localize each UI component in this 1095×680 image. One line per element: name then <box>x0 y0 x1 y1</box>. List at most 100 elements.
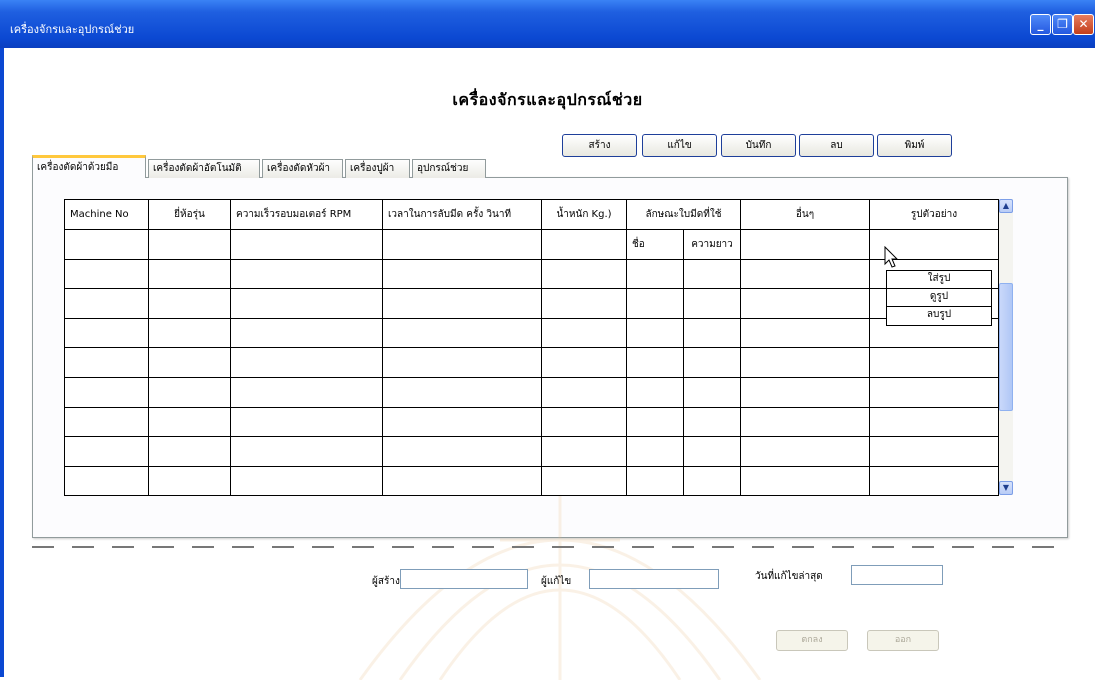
table-cell[interactable] <box>541 288 627 319</box>
table-cell[interactable] <box>382 288 542 319</box>
table-cell[interactable] <box>148 258 231 290</box>
editor-field[interactable] <box>589 569 719 589</box>
table-cell[interactable] <box>382 436 542 467</box>
table-cell[interactable] <box>230 288 383 319</box>
table-cell[interactable] <box>230 317 383 349</box>
table-row[interactable] <box>64 376 999 408</box>
creator-field[interactable] <box>400 569 528 589</box>
table-cell[interactable] <box>541 406 627 438</box>
table-cell[interactable] <box>683 258 741 290</box>
table-cell[interactable] <box>740 258 870 290</box>
table-row[interactable] <box>64 258 999 290</box>
restore-icon[interactable]: ❐ <box>1052 14 1073 35</box>
table-cell[interactable] <box>382 317 542 349</box>
table-cell[interactable] <box>64 376 149 408</box>
table-cell[interactable] <box>683 347 741 378</box>
table-cell[interactable] <box>869 406 999 438</box>
table-cell[interactable] <box>626 465 684 497</box>
table-cell[interactable] <box>64 258 149 290</box>
table-cell[interactable] <box>869 347 999 378</box>
table-cell[interactable] <box>740 436 870 467</box>
table-cell[interactable] <box>740 406 870 438</box>
table-cell[interactable] <box>148 465 231 497</box>
table-row[interactable] <box>64 465 999 497</box>
table-cell[interactable] <box>740 376 870 408</box>
table-cell[interactable] <box>382 258 542 290</box>
table-cell[interactable] <box>64 436 149 467</box>
print-button[interactable]: พิมพ์ <box>877 134 952 157</box>
table-cell[interactable] <box>230 229 383 260</box>
table-row[interactable] <box>64 317 999 349</box>
table-cell[interactable] <box>382 465 542 497</box>
table-cell[interactable] <box>230 436 383 467</box>
tab-accessories[interactable]: อุปกรณ์ช่วย <box>412 159 486 178</box>
table-cell[interactable] <box>740 288 870 319</box>
table-cell[interactable] <box>541 376 627 408</box>
table-cell[interactable] <box>683 288 741 319</box>
menu-item-insert-image[interactable]: ใส่รูป <box>887 271 991 289</box>
last-edit-field[interactable] <box>851 565 943 585</box>
table-cell[interactable] <box>626 258 684 290</box>
table-cell[interactable] <box>683 465 741 497</box>
save-button[interactable]: บันทึก <box>721 134 796 157</box>
close-icon[interactable]: ✕ <box>1073 14 1094 35</box>
table-cell[interactable] <box>683 317 741 349</box>
table-cell[interactable] <box>64 406 149 438</box>
table-cell[interactable] <box>541 436 627 467</box>
table-row[interactable] <box>64 436 999 467</box>
table-cell[interactable] <box>626 288 684 319</box>
scroll-thumb[interactable] <box>999 283 1013 411</box>
table-cell[interactable] <box>148 317 231 349</box>
table-cell[interactable] <box>626 317 684 349</box>
table-row[interactable] <box>64 406 999 438</box>
table-cell[interactable] <box>148 436 231 467</box>
table-cell[interactable] <box>740 347 870 378</box>
table-cell[interactable] <box>541 258 627 290</box>
table-row[interactable] <box>64 288 999 319</box>
table-cell[interactable] <box>541 347 627 378</box>
table-cell[interactable] <box>541 317 627 349</box>
table-cell[interactable] <box>148 406 231 438</box>
table-cell[interactable] <box>148 229 231 260</box>
table-cell[interactable] <box>626 347 684 378</box>
table-cell[interactable] <box>382 229 542 260</box>
table-cell[interactable] <box>64 288 149 319</box>
table-cell[interactable] <box>230 465 383 497</box>
scroll-up-icon[interactable]: ▲ <box>999 199 1013 213</box>
tab-spreader[interactable]: เครื่องปูผ้า <box>345 159 410 178</box>
table-cell[interactable] <box>382 347 542 378</box>
table-cell[interactable] <box>869 436 999 467</box>
table-cell[interactable] <box>148 288 231 319</box>
title-bar[interactable]: เครื่องจักรและอุปกรณ์ช่วย _ ❐ ✕ <box>0 0 1095 48</box>
table-cell[interactable] <box>64 229 149 260</box>
table-cell[interactable] <box>541 465 627 497</box>
table-cell[interactable] <box>626 406 684 438</box>
table-cell[interactable] <box>64 347 149 378</box>
exit-button[interactable]: ออก <box>867 630 939 651</box>
table-cell[interactable] <box>148 376 231 408</box>
table-scrollbar[interactable]: ▲ ▼ <box>999 199 1013 495</box>
table-cell[interactable] <box>869 465 999 497</box>
table-cell[interactable] <box>230 347 383 378</box>
table-cell[interactable] <box>230 258 383 290</box>
table-cell[interactable] <box>683 436 741 467</box>
table-cell[interactable] <box>230 376 383 408</box>
create-button[interactable]: สร้าง <box>562 134 637 157</box>
table-cell[interactable] <box>626 436 684 467</box>
delete-button[interactable]: ลบ <box>799 134 874 157</box>
tab-auto-cutter[interactable]: เครื่องตัดผ้าอัตโนมัติ <box>148 159 260 178</box>
menu-item-view-image[interactable]: ดูรูป <box>887 289 991 307</box>
minimize-icon[interactable]: _ <box>1030 14 1051 35</box>
scroll-down-icon[interactable]: ▼ <box>999 481 1013 495</box>
tab-end-cutter[interactable]: เครื่องตัดหัวผ้า <box>262 159 343 178</box>
table-cell[interactable] <box>683 376 741 408</box>
table-cell[interactable] <box>740 229 870 260</box>
table-cell[interactable] <box>382 376 542 408</box>
table-cell[interactable] <box>626 376 684 408</box>
table-cell[interactable] <box>541 229 627 260</box>
table-cell[interactable] <box>740 317 870 349</box>
ok-button[interactable]: ตกลง <box>776 630 848 651</box>
table-cell[interactable] <box>869 376 999 408</box>
table-cell[interactable] <box>683 406 741 438</box>
table-cell[interactable] <box>148 347 231 378</box>
